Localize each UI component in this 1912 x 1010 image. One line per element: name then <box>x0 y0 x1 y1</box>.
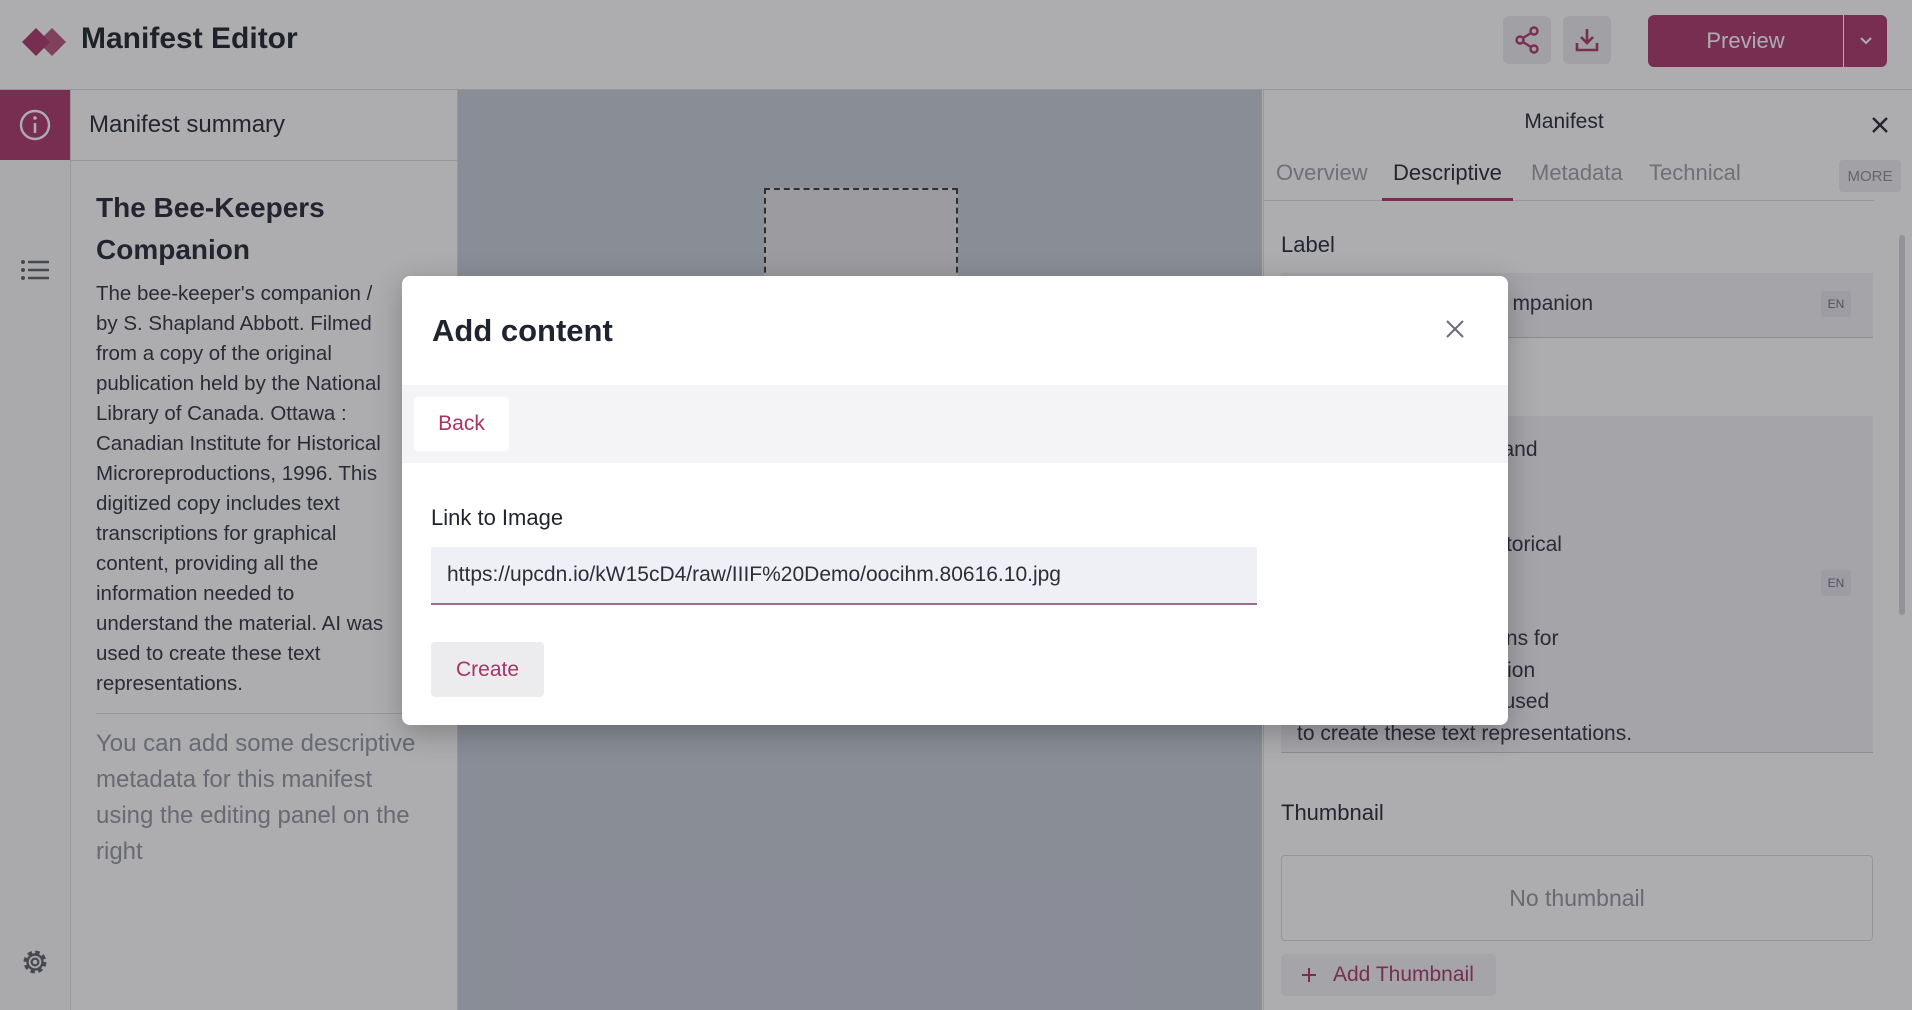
dialog-title: Add content <box>432 313 613 348</box>
close-icon[interactable] <box>1440 314 1470 344</box>
dialog-toolbar: Back <box>402 385 1508 463</box>
add-content-dialog: Add content Back Link to Image Create <box>402 276 1508 725</box>
create-button[interactable]: Create <box>431 642 544 697</box>
back-button[interactable]: Back <box>414 397 509 451</box>
link-to-image-label: Link to Image <box>431 505 564 530</box>
image-url-input[interactable] <box>431 547 1257 605</box>
